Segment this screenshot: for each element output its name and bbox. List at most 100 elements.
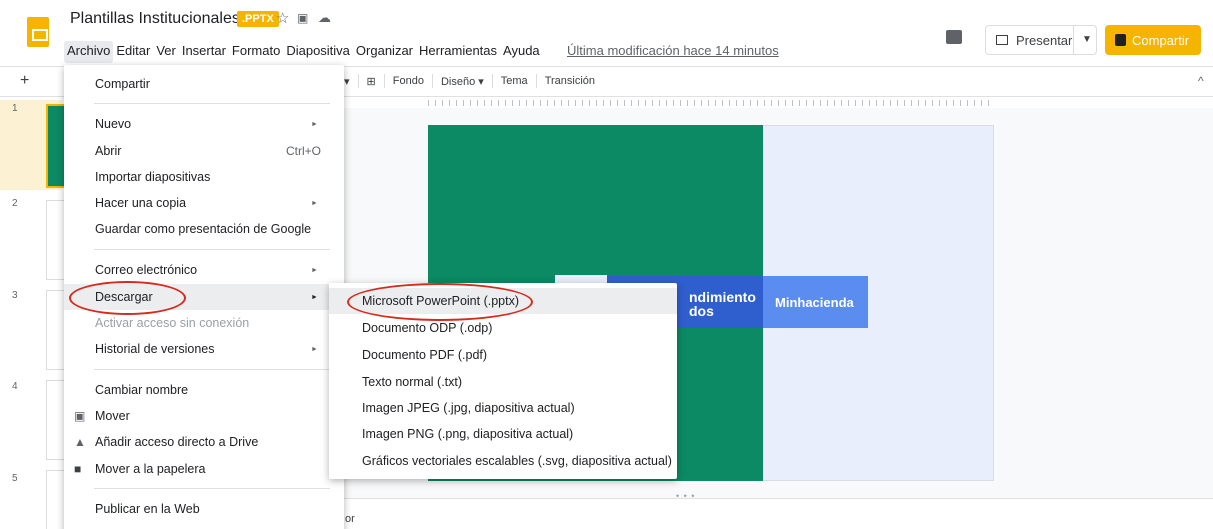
- submenu-arrow-icon: ►: [311, 120, 318, 128]
- submenu-arrow-icon: ►: [311, 293, 318, 301]
- slide-number: 4: [12, 381, 18, 392]
- menu-item-importar[interactable]: Importar diapositivas: [64, 164, 344, 190]
- slide-thumbnail-2[interactable]: [46, 200, 66, 280]
- move-folder-icon[interactable]: ▣: [297, 11, 308, 25]
- layout-label: Diseño: [440, 75, 476, 88]
- last-modified-link[interactable]: Última modificación hace 14 minutos: [567, 43, 779, 58]
- slide-number: 2: [12, 198, 18, 209]
- toolbar-separator: [535, 74, 537, 88]
- menu-ver[interactable]: Ver: [153, 41, 179, 63]
- menu-diapositiva[interactable]: Diapositiva: [283, 41, 353, 63]
- theme-button[interactable]: Tema: [501, 75, 528, 87]
- slide-thumbnail-1[interactable]: [46, 104, 66, 188]
- slide-thumbnail-5[interactable]: [46, 470, 66, 529]
- menu-item-label: Guardar como presentación de Google: [95, 222, 312, 236]
- menu-separator: [94, 103, 330, 104]
- toolbar-separator: [491, 74, 493, 88]
- menu-item-acceso-directo[interactable]: ▲ Añadir acceso directo a Drive: [64, 429, 344, 455]
- menu-item-historial[interactable]: Historial de versiones ►: [64, 336, 344, 362]
- cloud-status-icon[interactable]: ☁: [318, 10, 331, 26]
- menu-editar[interactable]: Editar: [113, 41, 153, 63]
- comments-icon[interactable]: [946, 30, 962, 44]
- menu-item-hacer-copia[interactable]: Hacer una copia ►: [64, 190, 344, 216]
- layout-button[interactable]: Diseño ▾: [441, 75, 484, 88]
- menu-archivo[interactable]: Archivo: [64, 41, 114, 63]
- collapse-menus-icon[interactable]: ^: [1198, 74, 1204, 88]
- slides-editor: Plantillas Institucionales _QR .PPTX ☆ ▣…: [0, 0, 1213, 529]
- trash-icon: ■: [74, 462, 82, 476]
- present-button[interactable]: Presentar ▼: [985, 25, 1097, 55]
- present-label: Presentar: [1016, 32, 1073, 48]
- menu-item-label: Correo electrónico: [95, 263, 198, 277]
- menu-herramientas[interactable]: Herramientas: [416, 41, 500, 63]
- slide-thumbnail-3[interactable]: [46, 290, 66, 370]
- new-slide-button[interactable]: +: [20, 72, 29, 90]
- menu-insertar[interactable]: Insertar: [179, 41, 229, 63]
- toolbar: ▾ ⊞ Fondo Diseño ▾ Tema Transición: [344, 74, 595, 88]
- menu-item-label: Añadir acceso directo a Drive: [95, 435, 259, 449]
- slide-number: 3: [12, 290, 18, 301]
- menu-item-compartir[interactable]: Compartir: [64, 71, 344, 97]
- submenu-arrow-icon: ►: [311, 266, 318, 274]
- menu-item-correo[interactable]: Correo electrónico ►: [64, 257, 344, 283]
- dropdown-caret-icon[interactable]: ▾: [344, 75, 350, 88]
- speaker-notes[interactable]: or: [345, 513, 355, 525]
- slides-logo-icon[interactable]: [27, 17, 49, 47]
- menu-item-abrir[interactable]: Abrir Ctrl+O: [64, 138, 344, 164]
- menu-item-label: Compartir: [95, 77, 150, 91]
- download-odp[interactable]: Documento ODP (.odp): [329, 315, 677, 341]
- download-pdf[interactable]: Documento PDF (.pdf): [329, 342, 677, 368]
- toolbar-separator: [357, 74, 359, 88]
- share-label: Compartir: [1132, 32, 1190, 48]
- present-dropdown-icon[interactable]: ▼: [1082, 34, 1092, 45]
- menu-item-label: Mover a la papelera: [95, 462, 206, 476]
- share-button[interactable]: Compartir: [1105, 25, 1201, 55]
- slide-blue-text-line2: dos: [689, 303, 714, 319]
- folder-move-icon: ▣: [74, 409, 86, 423]
- menu-ayuda[interactable]: Ayuda: [500, 41, 543, 63]
- submenu-item-label: Documento PDF (.pdf): [362, 348, 488, 362]
- drive-shortcut-icon: ▲: [74, 435, 86, 449]
- star-icon[interactable]: ☆: [276, 9, 289, 27]
- slide-minhacienda-banner[interactable]: Minhacienda: [763, 276, 868, 328]
- annotation-ellipse-pptx: [347, 283, 533, 321]
- menu-item-mover[interactable]: ▣ Mover: [64, 403, 344, 429]
- present-icon: [996, 35, 1008, 45]
- menu-item-label: Historial de versiones: [95, 342, 215, 356]
- transition-button[interactable]: Transición: [545, 75, 595, 87]
- notes-drag-handle[interactable]: • • •: [676, 491, 695, 501]
- background-button[interactable]: Fondo: [393, 75, 424, 87]
- comment-add-icon[interactable]: ⊞: [367, 75, 376, 88]
- download-png[interactable]: Imagen PNG (.png, diapositiva actual): [329, 421, 677, 447]
- submenu-item-label: Texto normal (.txt): [362, 375, 463, 389]
- toolbar-separator: [383, 74, 385, 88]
- menu-item-cambiar-nombre[interactable]: Cambiar nombre: [64, 377, 344, 403]
- annotation-ellipse-descargar: [69, 281, 186, 315]
- menu-bar: Archivo Editar Ver Insertar Formato Diap…: [64, 41, 543, 63]
- menu-item-guardar-google[interactable]: Guardar como presentación de Google: [64, 216, 344, 242]
- pptx-badge: .PPTX: [237, 11, 279, 27]
- download-jpeg[interactable]: Imagen JPEG (.jpg, diapositiva actual): [329, 395, 677, 421]
- menu-organizar[interactable]: Organizar: [353, 41, 416, 63]
- menu-item-papelera[interactable]: ■ Mover a la papelera: [64, 456, 344, 482]
- slide-blue-text-line1: ndimiento: [689, 289, 756, 305]
- shortcut-label: Ctrl+O: [286, 144, 322, 158]
- menu-item-label: Nuevo: [95, 117, 132, 131]
- menu-item-label: Importar diapositivas: [95, 170, 211, 184]
- menu-formato[interactable]: Formato: [229, 41, 283, 63]
- present-divider: [1073, 26, 1074, 54]
- menu-separator: [94, 369, 330, 370]
- slide-thumbnail-4[interactable]: [46, 380, 66, 460]
- download-svg[interactable]: Gráficos vectoriales escalables (.svg, d…: [329, 448, 677, 474]
- menu-item-label: Hacer una copia: [95, 196, 187, 210]
- slide-number: 1: [12, 103, 18, 114]
- notes-divider: [344, 498, 1213, 499]
- menu-item-publicar[interactable]: Publicar en la Web: [64, 496, 344, 522]
- menu-item-nuevo[interactable]: Nuevo ►: [64, 111, 344, 137]
- submenu-item-label: Gráficos vectoriales escalables (.svg, d…: [362, 454, 672, 468]
- horizontal-ruler: [428, 100, 994, 106]
- menu-item-label: Activar acceso sin conexión: [95, 316, 250, 330]
- toolbar-separator: [431, 74, 433, 88]
- download-txt[interactable]: Texto normal (.txt): [329, 369, 677, 395]
- menu-item-label: Mover: [95, 409, 130, 423]
